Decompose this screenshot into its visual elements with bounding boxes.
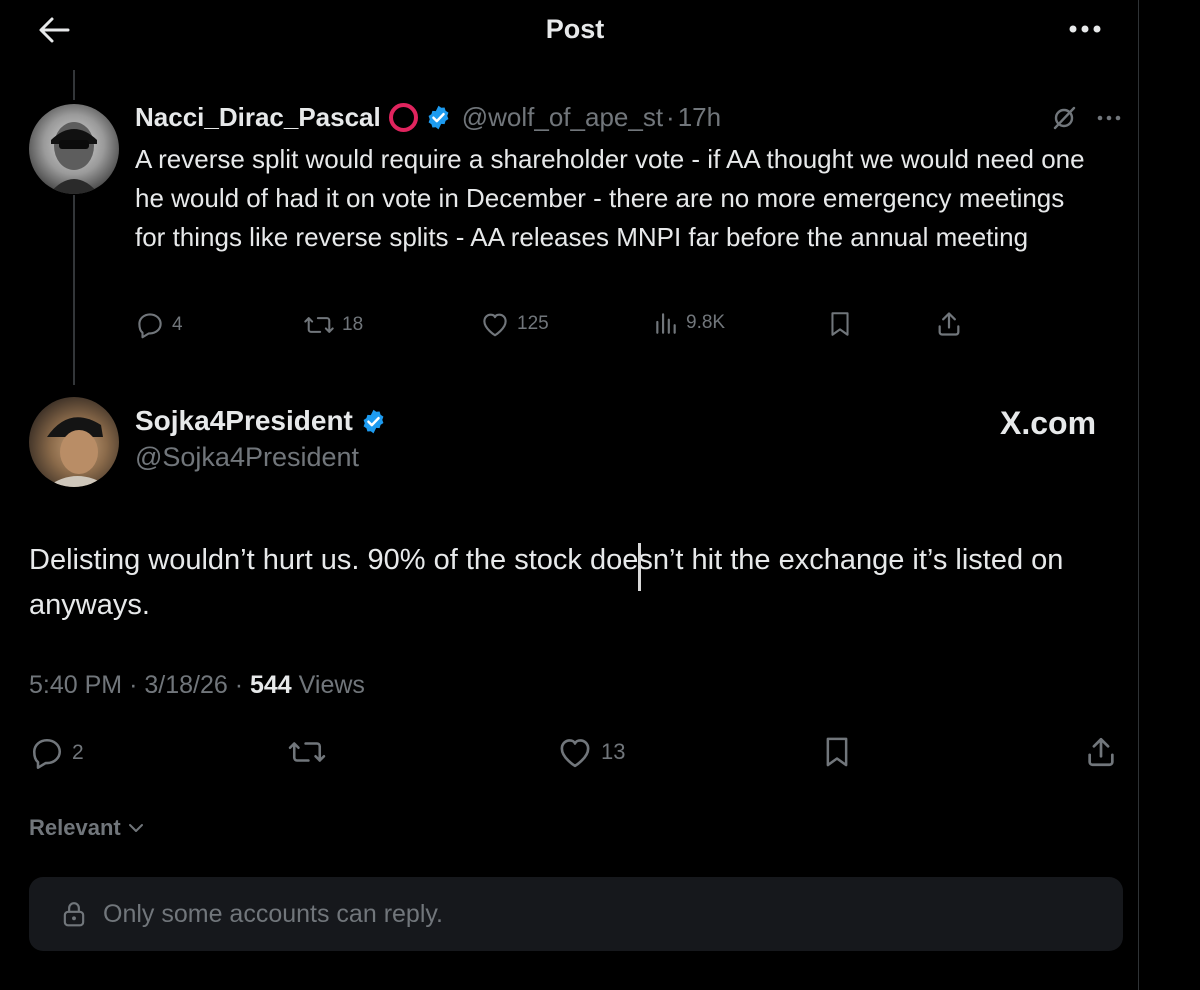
main-post-text: Delisting wouldn’t hurt us. 90% of the s… — [29, 544, 1064, 621]
verified-badge-icon — [428, 105, 449, 129]
sort-dropdown[interactable]: Relevant — [29, 815, 145, 841]
views-count: 544 — [250, 671, 292, 699]
repost-count: 18 — [342, 314, 364, 335]
avatar-image — [47, 417, 109, 487]
more-icon — [1069, 25, 1101, 33]
separator: · — [666, 101, 675, 132]
main-post-actions: 2 13 — [29, 733, 1124, 773]
bookmark-icon — [831, 312, 849, 336]
reply-count: 4 — [172, 314, 183, 335]
views-icon — [656, 313, 676, 334]
reply-count: 2 — [72, 741, 84, 764]
verified-badge-icon — [363, 409, 384, 433]
chevron-down-icon — [128, 824, 143, 832]
grok-icon[interactable] — [1050, 104, 1078, 132]
post-time[interactable]: 17h — [678, 102, 721, 133]
reply-icon — [138, 313, 162, 339]
separator: · — [129, 671, 145, 699]
like-button[interactable]: 13 — [556, 735, 625, 769]
like-icon — [483, 313, 507, 337]
like-button[interactable]: 125 — [480, 310, 549, 338]
avatar[interactable] — [29, 397, 119, 487]
share-button[interactable] — [1084, 735, 1118, 769]
share-icon — [1088, 737, 1114, 767]
share-icon — [938, 312, 960, 336]
thread-line — [73, 195, 75, 385]
post-date[interactable]: 3/18/26 — [144, 671, 227, 699]
like-count: 125 — [517, 313, 549, 334]
reply-restriction-text: Only some accounts can reply. — [103, 899, 443, 928]
post-header: Post — [0, 0, 1138, 60]
reply-button[interactable]: 4 — [135, 310, 183, 340]
post-time[interactable]: 5:40 PM — [29, 671, 122, 699]
bookmark-button[interactable] — [827, 310, 853, 338]
share-button[interactable] — [935, 310, 963, 338]
bookmark-icon — [826, 737, 848, 767]
red-circle-emoji-icon — [388, 102, 418, 132]
like-icon — [560, 739, 590, 768]
thread-line — [73, 70, 75, 100]
user-handle[interactable]: @Sojka4President — [135, 442, 359, 473]
text-cursor — [638, 543, 641, 591]
avatar[interactable] — [29, 104, 119, 194]
parent-post-text: A reverse split would require a sharehol… — [135, 144, 1085, 252]
column-divider — [1138, 0, 1139, 990]
more-icon[interactable] — [1096, 114, 1122, 122]
reply-restriction-notice: Only some accounts can reply. — [29, 877, 1123, 951]
reply-icon — [32, 738, 62, 769]
views-count: 9.8K — [686, 312, 726, 333]
display-name[interactable]: Sojka4President — [135, 405, 353, 437]
post-meta: 5:40 PM · 3/18/26 · 544 Views — [29, 671, 365, 700]
views-label: Views — [298, 671, 365, 699]
lock-icon — [63, 902, 85, 927]
repost-button[interactable]: 18 — [303, 310, 363, 340]
more-options-button[interactable] — [1060, 14, 1110, 44]
user-handle[interactable]: @wolf_of_ape_st — [462, 102, 663, 133]
repost-button[interactable] — [287, 735, 327, 769]
separator: · — [234, 671, 250, 699]
watermark: X.com — [1000, 405, 1097, 441]
like-count: 13 — [601, 739, 626, 764]
sort-label: Relevant — [29, 815, 121, 840]
display-name[interactable]: Nacci_Dirac_Pascal — [135, 102, 381, 133]
page-title: Post — [545, 14, 605, 44]
views-button[interactable]: 9.8K — [653, 310, 725, 336]
main-post-author: Sojka4President — [135, 405, 387, 437]
reply-button[interactable]: 2 — [29, 735, 84, 771]
repost-icon — [288, 742, 326, 762]
parent-post-actions: 4 18 125 9.8K — [135, 310, 975, 344]
repost-icon — [304, 317, 334, 333]
parent-post-author: Nacci_Dirac_Pascal @wolf_of_ape_st · 17h — [135, 100, 721, 134]
bookmark-button[interactable] — [821, 735, 853, 769]
avatar-image — [49, 122, 99, 194]
parent-post-top-icons — [1050, 104, 1122, 132]
